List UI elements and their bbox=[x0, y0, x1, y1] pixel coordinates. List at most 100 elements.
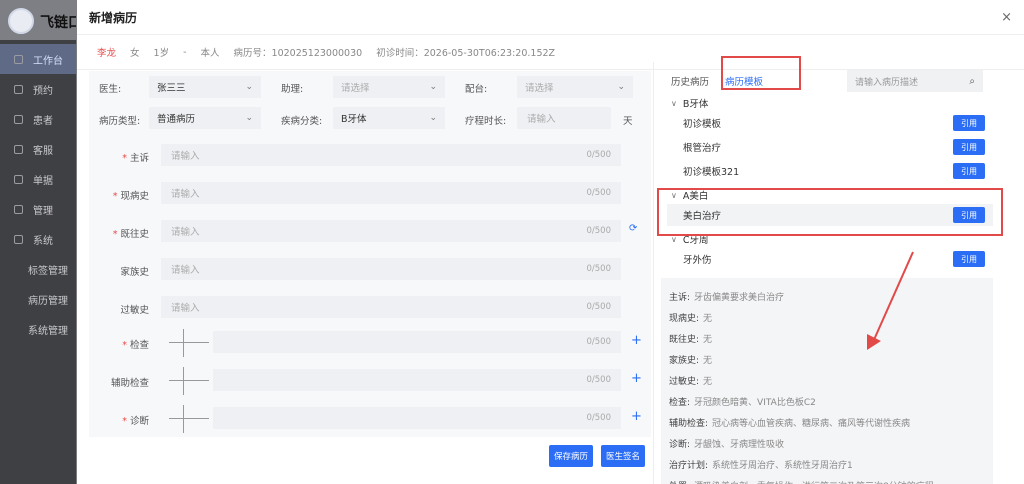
field-label: * 检查 bbox=[89, 337, 149, 351]
sidebar-item-label: 病历管理 bbox=[28, 295, 68, 307]
add-icon[interactable]: + bbox=[631, 333, 642, 348]
duration-input[interactable]: 请输入 bbox=[517, 107, 611, 129]
field-label-text: 家族史 bbox=[120, 267, 149, 278]
char-count: 0/500 bbox=[586, 375, 612, 385]
field-label-text: 过敏史 bbox=[120, 305, 149, 316]
logo-text: 飞链口 bbox=[40, 15, 76, 31]
sidebar-item[interactable]: 客服 bbox=[0, 134, 76, 164]
station-select[interactable]: 请选择 ⌄ bbox=[517, 76, 633, 98]
required-mark: * bbox=[122, 153, 127, 164]
required-mark: * bbox=[122, 416, 127, 427]
logo-icon bbox=[8, 8, 34, 34]
modal-title: 新增病历 bbox=[89, 10, 138, 25]
sidebar-item-label: 单据 bbox=[33, 175, 53, 187]
app-logo-area: 飞链口 bbox=[0, 0, 76, 40]
sidebar-item[interactable]: 系统 bbox=[0, 224, 76, 254]
template-panel: 历史病历 病历模板 请输入病历描述 ⌕ ∨ B牙体 初诊模板 引用 根管治疗 引用 初诊模板… bbox=[657, 56, 1013, 484]
disease-select[interactable]: B牙体 ⌄ bbox=[333, 107, 445, 129]
grid-line bbox=[183, 329, 184, 357]
patient-relation: 本人 bbox=[200, 48, 220, 59]
doctor-value: 张三三 bbox=[157, 83, 186, 94]
annotation-arrow-icon bbox=[867, 251, 914, 350]
field-label: 过敏史 bbox=[89, 302, 149, 316]
patient-sep: - bbox=[183, 46, 187, 58]
sidebar-item[interactable]: 标签管理 bbox=[0, 254, 76, 284]
char-count: 0/500 bbox=[586, 150, 612, 160]
field-label-text: 既往史 bbox=[120, 229, 149, 240]
assistant-select[interactable]: 请选择 ⌄ bbox=[333, 76, 445, 98]
doctor-sign-button[interactable]: 医生签名 bbox=[601, 445, 645, 467]
station-placeholder: 请选择 bbox=[525, 83, 554, 94]
add-icon[interactable]: + bbox=[631, 371, 642, 386]
sidebar-item[interactable]: 病历管理 bbox=[0, 284, 76, 314]
grid-line bbox=[183, 367, 184, 395]
modal-header: 新增病历 × bbox=[77, 0, 1024, 34]
field-label: * 主诉 bbox=[89, 150, 149, 164]
patient-record-no: 病历号：102025123000030 bbox=[233, 48, 363, 59]
sidebar-nav: 工作台预约患者客服单据管理系统标签管理病历管理系统管理 bbox=[0, 44, 76, 344]
field-label: * 现病史 bbox=[89, 188, 149, 202]
sidebar-item-label: 预约 bbox=[33, 85, 53, 97]
new-record-modal: 新增病历 × 李龙 女 1岁 - 本人 病历号：102025123000030 … bbox=[77, 0, 1024, 484]
patient-gender: 女 bbox=[130, 48, 140, 59]
sidebar-item[interactable]: 预约 bbox=[0, 74, 76, 104]
char-count: 0/500 bbox=[586, 188, 612, 198]
save-record-button[interactable]: 保存病历 bbox=[549, 445, 593, 467]
text-field[interactable]: 0/500 bbox=[213, 407, 621, 429]
patient-age: 1岁 bbox=[153, 48, 170, 59]
record-type-value: 普通病历 bbox=[157, 114, 196, 125]
sidebar-item[interactable]: 单据 bbox=[0, 164, 76, 194]
field-placeholder: 请输入 bbox=[171, 151, 200, 162]
text-field[interactable]: 请输入 0/500 bbox=[161, 182, 621, 204]
field-placeholder: 请输入 bbox=[171, 189, 200, 200]
refresh-icon[interactable]: ⟳ bbox=[629, 223, 637, 234]
grid-line bbox=[169, 418, 209, 419]
text-field[interactable]: 请输入 0/500 bbox=[161, 220, 621, 242]
text-field[interactable]: 请输入 0/500 bbox=[161, 296, 621, 318]
char-count: 0/500 bbox=[586, 264, 612, 274]
sidebar-item-label: 客服 bbox=[33, 145, 53, 157]
tooth-position-grid[interactable] bbox=[169, 405, 209, 433]
sidebar-item-label: 系统管理 bbox=[28, 325, 68, 337]
chevron-down-icon: ⌄ bbox=[245, 113, 253, 123]
close-icon[interactable]: × bbox=[1001, 10, 1012, 25]
chevron-down-icon: ⌄ bbox=[429, 113, 437, 123]
gear-icon bbox=[14, 234, 23, 244]
calendar-icon bbox=[14, 84, 23, 94]
doctor-select[interactable]: 张三三 ⌄ bbox=[149, 76, 261, 98]
station-label: 配台: bbox=[465, 84, 488, 95]
duration-unit: 天 bbox=[623, 116, 633, 127]
add-icon[interactable]: + bbox=[631, 409, 642, 424]
sidebar-item[interactable]: 工作台 bbox=[0, 44, 76, 74]
user-icon bbox=[14, 114, 23, 124]
field-label-text: 诊断 bbox=[129, 416, 149, 427]
sidebar-item[interactable]: 管理 bbox=[0, 194, 76, 224]
sidebar-item-label: 标签管理 bbox=[28, 265, 68, 277]
sidebar-item-label: 管理 bbox=[33, 205, 53, 217]
tooth-position-grid[interactable] bbox=[169, 367, 209, 395]
text-field[interactable]: 请输入 0/500 bbox=[161, 258, 621, 280]
field-label-text: 辅助检查 bbox=[110, 378, 149, 389]
desktop-icon bbox=[14, 54, 23, 64]
text-field[interactable]: 0/500 bbox=[213, 369, 621, 391]
tooth-position-grid[interactable] bbox=[169, 329, 209, 357]
chevron-down-icon: ⌄ bbox=[245, 82, 253, 92]
char-count: 0/500 bbox=[586, 226, 612, 236]
disease-value: B牙体 bbox=[341, 114, 367, 125]
required-mark: * bbox=[122, 340, 127, 351]
sidebar-item[interactable]: 患者 bbox=[0, 104, 76, 134]
assistant-placeholder: 请选择 bbox=[341, 83, 370, 94]
patient-name: 李龙 bbox=[97, 48, 117, 59]
patient-visit-time: 初诊时间：2026-05-30T06:23:20.152Z bbox=[376, 48, 556, 59]
field-label: * 诊断 bbox=[89, 413, 149, 427]
doc-icon bbox=[14, 174, 23, 184]
text-field[interactable]: 请输入 0/500 bbox=[161, 144, 621, 166]
sidebar-item-label: 工作台 bbox=[33, 55, 63, 67]
required-mark: * bbox=[112, 191, 118, 202]
field-label-text: 检查 bbox=[129, 340, 149, 351]
duration-placeholder: 请输入 bbox=[527, 114, 556, 125]
record-type-select[interactable]: 普通病历 ⌄ bbox=[149, 107, 261, 129]
sidebar-item[interactable]: 系统管理 bbox=[0, 314, 76, 344]
chevron-down-icon: ⌄ bbox=[429, 82, 437, 92]
text-field[interactable]: 0/500 bbox=[213, 331, 621, 353]
